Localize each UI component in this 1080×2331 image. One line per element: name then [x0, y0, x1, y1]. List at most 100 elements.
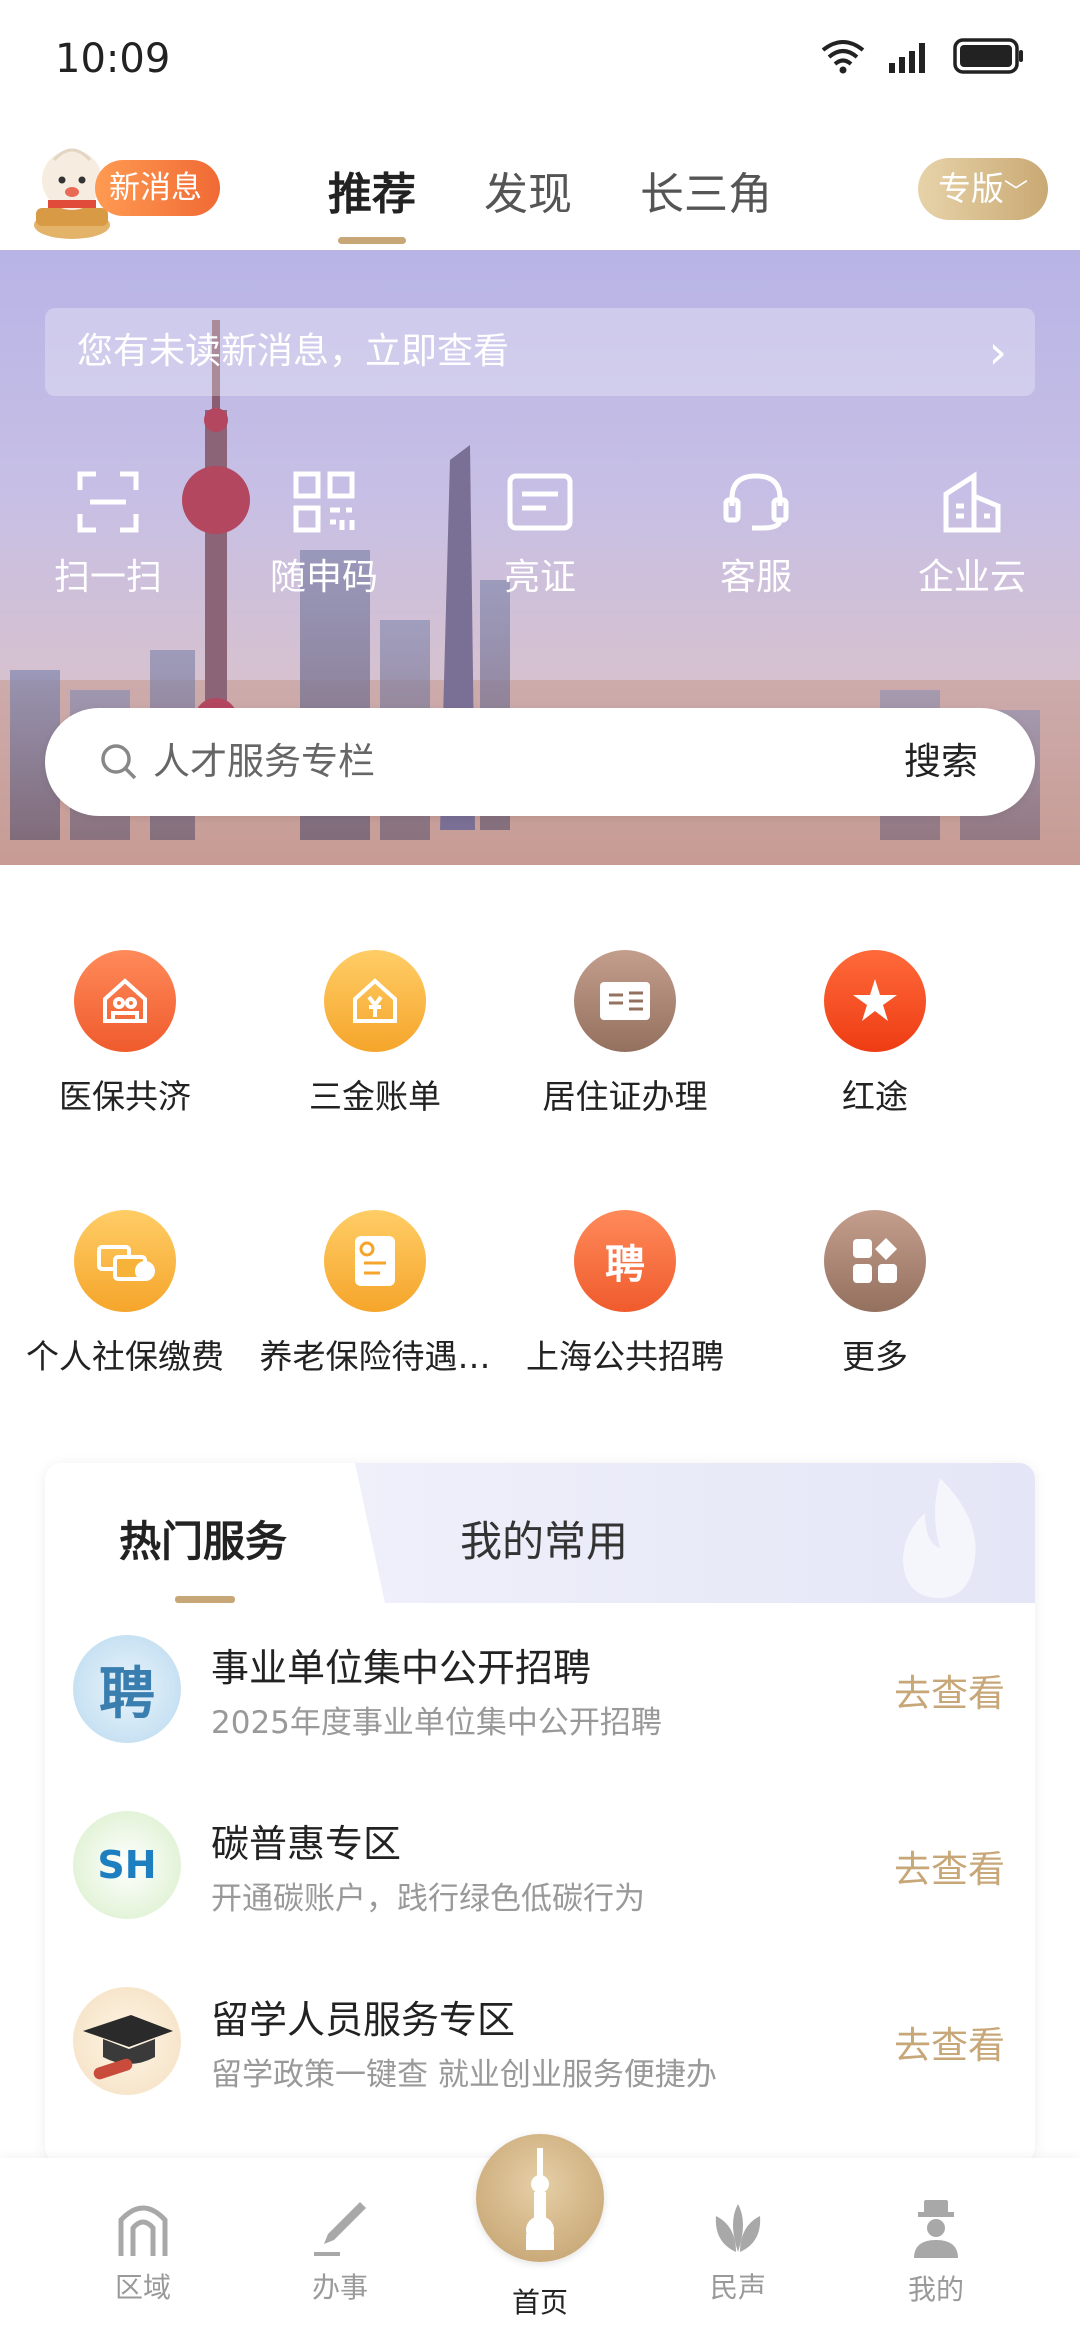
hero-banner: 您有未读新消息，立即查看 › 扫一扫 随申码 亮证 客服 企业云 人才服务专栏 …	[0, 250, 1080, 865]
quick-actions: 扫一扫 随申码 亮证 客服 企业云	[0, 470, 1080, 600]
list-item-subtitle: 2025年度事业单位集中公开招聘	[211, 1705, 662, 1741]
new-message-badge[interactable]: 新消息	[95, 160, 220, 216]
tab-services[interactable]: 办事	[280, 2198, 400, 2306]
tab-services-label: 办事	[311, 2271, 368, 2304]
quick-qr-code-label: 随申码	[269, 557, 378, 598]
quick-id-card[interactable]: 亮证	[432, 470, 648, 600]
quick-customer-service-label: 客服	[719, 557, 792, 598]
id-card-icon	[507, 473, 573, 531]
service-red-route[interactable]: 红途	[750, 940, 1000, 1200]
tab-home-button[interactable]	[476, 2134, 604, 2262]
service-social-security-payment[interactable]: 个人社保缴费	[0, 1200, 250, 1460]
flame-icon	[903, 1478, 976, 1598]
view-button[interactable]: 去查看	[894, 1663, 1005, 1717]
tab-public-voice-label: 民声	[709, 2271, 766, 2304]
active-tab-underline	[175, 1596, 235, 1603]
service-label: 三金账单	[309, 1077, 441, 1116]
arch-icon	[118, 2205, 168, 2256]
service-label: 个人社保缴费	[26, 1337, 224, 1376]
service-more[interactable]: 更多	[750, 1200, 1000, 1460]
top-nav: 新消息 推荐 发现 长三角 专版﹀	[0, 120, 1080, 250]
status-icons	[819, 38, 1025, 74]
tab-hot-services[interactable]: 热门服务	[45, 1463, 385, 1603]
recruit-glyph: 聘	[605, 1242, 645, 1288]
quick-customer-service[interactable]: 客服	[648, 470, 864, 600]
edition-selector[interactable]: 专版﹀	[918, 158, 1048, 220]
service-label: 医保共济	[59, 1077, 191, 1116]
building-icon	[943, 471, 1001, 533]
search-input[interactable]: 人才服务专栏	[153, 708, 375, 816]
tab-my-frequent[interactable]: 我的常用	[460, 1508, 628, 1569]
unread-message-text: 您有未读新消息，立即查看	[77, 331, 510, 372]
more-grid-icon	[824, 1210, 926, 1312]
residence-card-icon	[574, 950, 676, 1052]
list-item-carbon-inclusive[interactable]: SH 碳普惠专区 开通碳账户，践行绿色低碳行为 去查看	[45, 1791, 1035, 1951]
services-row-1: 医保共济 三金账单 居住证办理 红途	[0, 940, 1080, 1200]
scan-icon	[77, 471, 139, 533]
status-bar: 10:09	[0, 0, 1080, 120]
graduation-cap-icon	[73, 1987, 181, 2095]
tab-region-label: 区域	[114, 2271, 171, 2304]
list-item-subtitle: 留学政策一键查 就业创业服务便捷办	[211, 2057, 717, 2093]
pension-doc-icon	[324, 1210, 426, 1312]
top-tabs: 推荐 发现 长三角	[328, 158, 772, 244]
quick-id-card-label: 亮证	[503, 557, 576, 598]
star-flag-icon	[824, 950, 926, 1052]
unread-message-bar[interactable]: 您有未读新消息，立即查看 ›	[45, 308, 1035, 396]
view-button[interactable]: 去查看	[894, 2015, 1005, 2069]
tab-home-label[interactable]: 首页	[480, 2281, 600, 2321]
service-medical-insurance[interactable]: 医保共济	[0, 940, 250, 1200]
lotus-icon	[715, 2204, 761, 2252]
tab-region[interactable]: 区域	[83, 2198, 203, 2306]
search-button[interactable]: 搜索	[904, 708, 978, 816]
carbon-logo-icon: SH	[73, 1811, 181, 1919]
quick-qr-code[interactable]: 随申码	[216, 470, 432, 600]
service-public-recruitment[interactable]: 聘 上海公共招聘	[500, 1200, 750, 1460]
social-security-icon	[74, 1210, 176, 1312]
battery-icon	[953, 38, 1023, 74]
headset-icon	[723, 473, 789, 531]
search-icon	[101, 744, 137, 780]
list-item-overseas-students[interactable]: 留学人员服务专区 留学政策一键查 就业创业服务便捷办 去查看	[45, 1967, 1035, 2127]
quick-scan[interactable]: 扫一扫	[0, 470, 216, 600]
hot-services-card: 热门服务 我的常用 聘 事业单位集中公开招聘 2025年度事业单位集中公开招聘 …	[45, 1463, 1035, 2163]
tab-mine[interactable]: 我的	[876, 2198, 996, 2308]
list-item-public-recruitment[interactable]: 聘 事业单位集中公开招聘 2025年度事业单位集中公开招聘 去查看	[45, 1615, 1035, 1775]
qr-code-icon	[293, 471, 355, 533]
tab-mine-label: 我的	[907, 2273, 964, 2306]
signal-icon	[889, 43, 925, 73]
chevron-right-icon: ›	[988, 325, 1007, 379]
tab-recommend[interactable]: 推荐	[328, 158, 416, 244]
tab-discover[interactable]: 发现	[484, 158, 572, 222]
quick-scan-label: 扫一扫	[53, 557, 162, 598]
service-label: 上海公共招聘	[526, 1337, 724, 1376]
tab-hot-services-label: 热门服务	[119, 1517, 288, 1566]
service-label: 居住证办理	[542, 1077, 708, 1116]
family-house-icon	[74, 950, 176, 1052]
list-item-title: 留学人员服务专区	[211, 1998, 516, 2042]
tab-yangtze-delta[interactable]: 长三角	[640, 158, 772, 222]
service-pension-benefits[interactable]: 养老保险待遇…	[250, 1200, 500, 1460]
quick-enterprise-cloud[interactable]: 企业云	[864, 470, 1080, 600]
service-residence-permit[interactable]: 居住证办理	[500, 940, 750, 1200]
service-label: 养老保险待遇…	[259, 1337, 491, 1376]
bottom-tab-bar: 区域 办事 首页 民声 我的	[0, 2134, 1080, 2331]
search-bar[interactable]: 人才服务专栏 搜索	[45, 708, 1035, 816]
carbon-logo-glyph: SH	[97, 1843, 157, 1887]
services-grid: 医保共济 三金账单 居住证办理 红途 个人社保缴费 养老保险待遇… 聘 上海公共…	[0, 940, 1080, 1460]
list-item-title: 事业单位集中公开招聘	[211, 1646, 592, 1690]
yuan-house-icon	[324, 950, 426, 1052]
wifi-icon	[821, 40, 865, 74]
service-label: 更多	[842, 1337, 908, 1376]
recruit-logo-glyph: 聘	[99, 1661, 155, 1727]
pen-icon	[314, 2202, 366, 2256]
chevron-down-icon: ﹀	[1004, 178, 1028, 206]
list-item-title: 碳普惠专区	[211, 1822, 402, 1866]
recruit-logo-icon: 聘	[73, 1635, 181, 1743]
person-icon	[914, 2200, 958, 2258]
recruit-icon: 聘	[574, 1210, 676, 1312]
tab-public-voice[interactable]: 民声	[678, 2198, 798, 2306]
view-button[interactable]: 去查看	[894, 1839, 1005, 1893]
service-three-funds-bill[interactable]: 三金账单	[250, 940, 500, 1200]
list-item-subtitle: 开通碳账户，践行绿色低碳行为	[211, 1881, 645, 1917]
